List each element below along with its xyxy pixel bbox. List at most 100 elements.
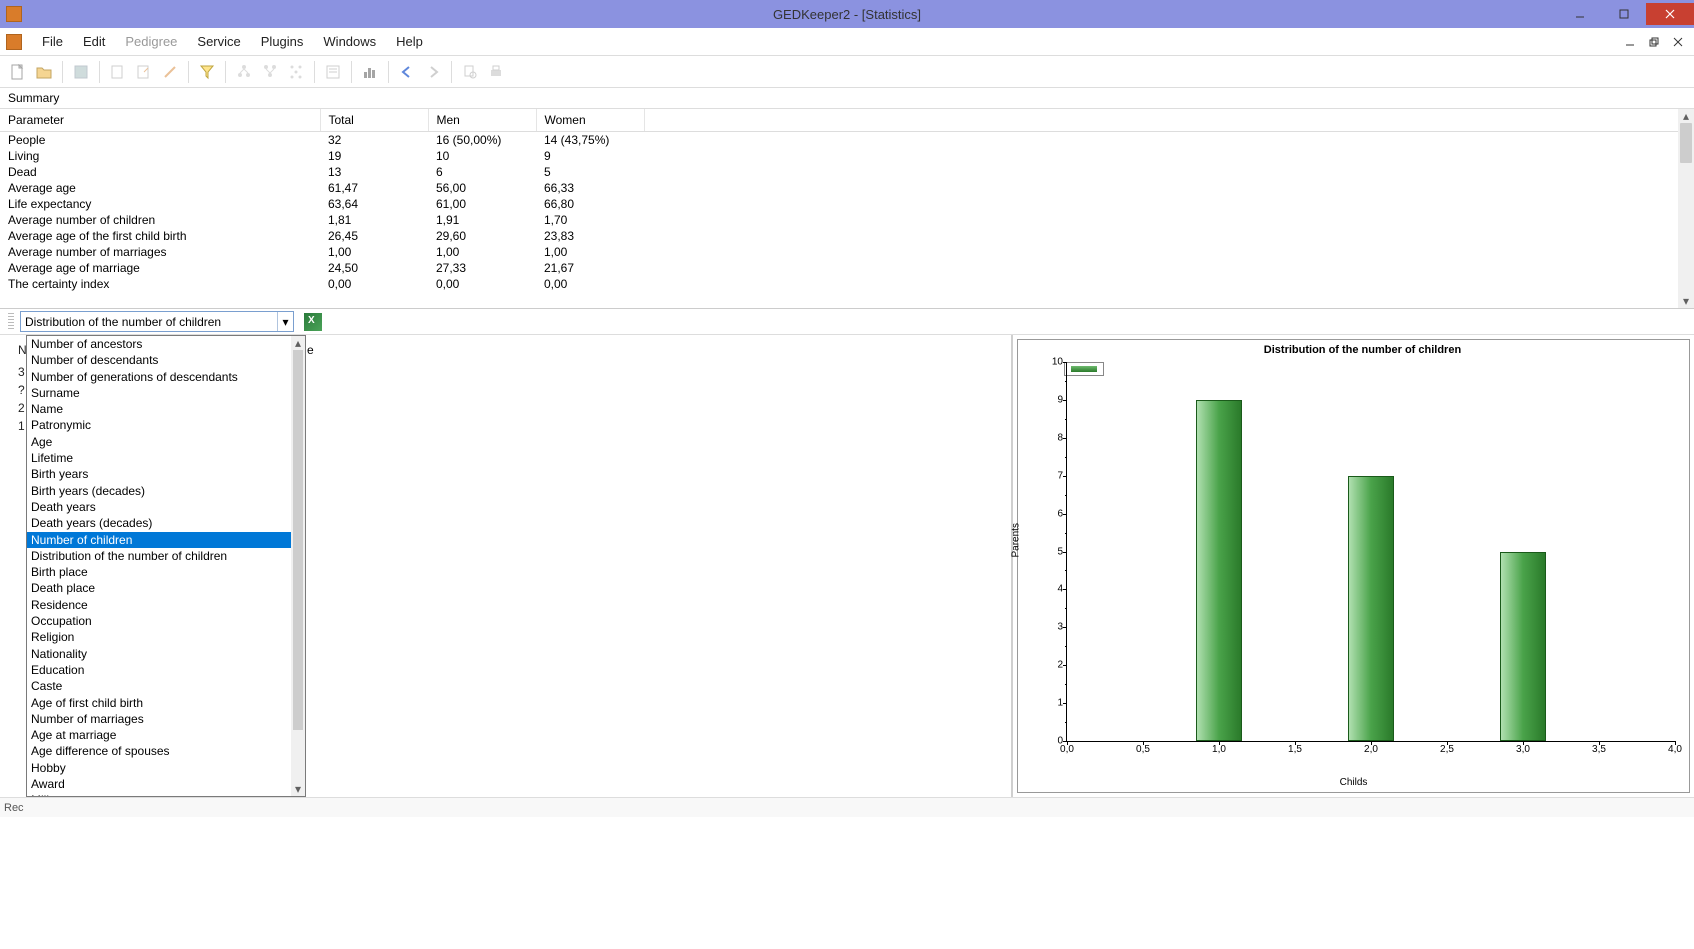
dropdown-option[interactable]: Age at marriage [27,727,305,743]
table-row[interactable]: Average number of marriages1,001,001,00 [0,244,1694,260]
tree2-icon[interactable] [258,60,282,84]
behind-num: ? [18,381,25,399]
dropdown-option[interactable]: Birth years (decades) [27,483,305,499]
dropdown-option[interactable]: Age of first child birth [27,695,305,711]
y-minor-tick [1065,684,1067,685]
table-row[interactable]: People3216 (50,00%)14 (43,75%) [0,132,1694,149]
chevron-down-icon[interactable]: ▾ [277,312,293,331]
tree3-icon[interactable] [284,60,308,84]
table-row[interactable]: The certainty index0,000,000,00 [0,276,1694,292]
dropdown-option[interactable]: Nationality [27,646,305,662]
col-total[interactable]: Total [320,109,428,132]
mdi-close-button[interactable] [1670,34,1686,50]
dropdown-option[interactable]: Caste [27,678,305,694]
table-cell: 27,33 [428,260,536,276]
col-women[interactable]: Women [536,109,644,132]
table-cell: 56,00 [428,180,536,196]
menu-help[interactable]: Help [386,30,433,53]
table-cell: 26,45 [320,228,428,244]
mdi-minimize-button[interactable] [1622,34,1638,50]
edit2-icon[interactable] [132,60,156,84]
dropdown-option[interactable]: Age difference of spouses [27,743,305,759]
scroll-down-icon[interactable]: ▾ [291,782,305,796]
tree1-icon[interactable] [232,60,256,84]
col-parameter[interactable]: Parameter [0,109,320,132]
dropdown-option[interactable]: Number of descendants [27,352,305,368]
dropdown-option[interactable]: Hobby [27,760,305,776]
report-icon[interactable] [321,60,345,84]
maximize-button[interactable] [1602,3,1646,25]
combo-selected-text: Distribution of the number of children [25,315,221,329]
menu-plugins[interactable]: Plugins [251,30,314,53]
dropdown-option[interactable]: Number of marriages [27,711,305,727]
minimize-button[interactable] [1558,3,1602,25]
x-tick-label: 2,0 [1364,744,1378,755]
y-minor-tick [1065,419,1067,420]
separator [388,61,389,83]
open-file-icon[interactable] [32,60,56,84]
table-row[interactable]: Dead1365 [0,164,1694,180]
menu-windows[interactable]: Windows [313,30,386,53]
y-tick-label: 5 [1045,546,1063,557]
new-file-icon[interactable] [6,60,30,84]
table-row[interactable]: Average age of marriage24,5027,3321,67 [0,260,1694,276]
table-row[interactable]: Average age of the first child birth26,4… [0,228,1694,244]
table-cell: 5 [536,164,644,180]
distribution-dropdown-list[interactable]: Number of ancestorsNumber of descendants… [26,335,306,797]
x-tick-mark [1143,741,1144,745]
save-icon[interactable] [69,60,93,84]
menu-service[interactable]: Service [187,30,250,53]
scroll-up-icon[interactable]: ▴ [1678,109,1694,123]
close-button[interactable] [1646,3,1694,25]
dropdown-option[interactable]: Patronymic [27,417,305,433]
menu-file[interactable]: File [32,30,73,53]
table-row[interactable]: Average number of children1,811,911,70 [0,212,1694,228]
stats-icon[interactable] [358,60,382,84]
mdi-restore-button[interactable] [1646,34,1662,50]
dropdown-scrollbar[interactable]: ▴ ▾ [291,336,305,796]
back-icon[interactable] [395,60,419,84]
dropdown-option[interactable]: Distribution of the number of children [27,548,305,564]
vertical-scrollbar[interactable]: ▴ ▾ [1678,109,1694,308]
forward-icon[interactable] [421,60,445,84]
grip-icon[interactable] [8,313,14,331]
dropdown-option[interactable]: Age [27,434,305,450]
table-row[interactable]: Average age61,4756,0066,33 [0,180,1694,196]
scroll-thumb[interactable] [1680,123,1692,163]
menu-edit[interactable]: Edit [73,30,115,53]
dropdown-scroll-thumb[interactable] [293,350,303,730]
dropdown-option[interactable]: Number of children [27,532,305,548]
dropdown-option[interactable]: Residence [27,597,305,613]
dropdown-option[interactable]: Name [27,401,305,417]
filter-icon[interactable] [195,60,219,84]
dropdown-option[interactable]: Mili [27,792,305,797]
edit3-icon[interactable] [158,60,182,84]
export-excel-icon[interactable] [304,313,322,331]
scroll-up-icon[interactable]: ▴ [291,336,305,350]
edit-icon[interactable] [106,60,130,84]
scroll-down-icon[interactable]: ▾ [1678,294,1694,308]
dropdown-option[interactable]: Award [27,776,305,792]
menu-pedigree[interactable]: Pedigree [115,30,187,53]
dropdown-option[interactable]: Surname [27,385,305,401]
separator [451,61,452,83]
dropdown-option[interactable]: Number of generations of descendants [27,369,305,385]
distribution-combo[interactable]: Distribution of the number of children ▾ [20,311,294,332]
dropdown-option[interactable]: Education [27,662,305,678]
dropdown-option[interactable]: Occupation [27,613,305,629]
dropdown-option[interactable]: Death place [27,580,305,596]
dropdown-option[interactable]: Death years [27,499,305,515]
dropdown-option[interactable]: Birth place [27,564,305,580]
dropdown-option[interactable]: Birth years [27,466,305,482]
dropdown-option[interactable]: Death years (decades) [27,515,305,531]
table-row[interactable]: Life expectancy63,6461,0066,80 [0,196,1694,212]
y-tick-mark [1063,476,1067,477]
print-icon[interactable] [484,60,508,84]
dropdown-option[interactable]: Lifetime [27,450,305,466]
table-cell: 1,91 [428,212,536,228]
dropdown-option[interactable]: Religion [27,629,305,645]
preview-icon[interactable] [458,60,482,84]
dropdown-option[interactable]: Number of ancestors [27,336,305,352]
col-men[interactable]: Men [428,109,536,132]
table-row[interactable]: Living19109 [0,148,1694,164]
